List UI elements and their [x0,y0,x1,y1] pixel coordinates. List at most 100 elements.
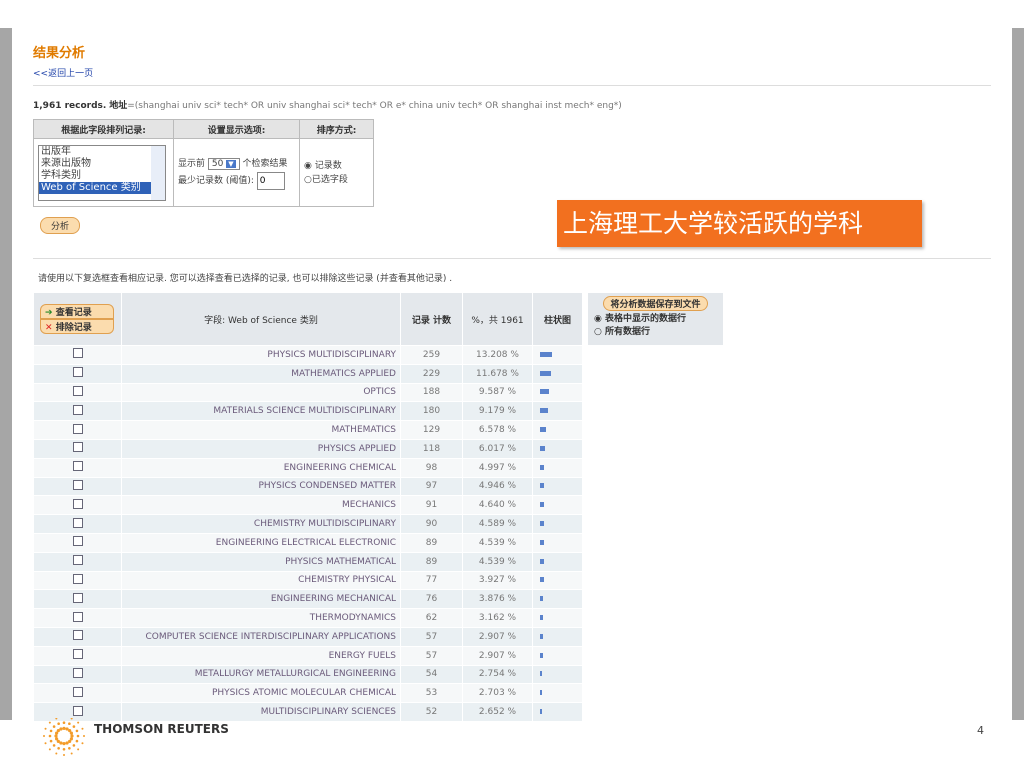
logo-dot [49,729,53,733]
record-percent: 4.539 % [463,552,532,571]
bar-cell [533,383,582,402]
record-count: 52 [401,703,462,721]
record-count: 89 [401,552,462,571]
bar-mark [540,577,544,583]
row-checkbox[interactable] [72,667,83,678]
rank-field-header: 根据此字段排列记录: [33,119,174,139]
record-percent: 6.578 % [463,421,532,439]
bar-cell [533,421,582,439]
bar-cell [533,552,582,571]
bar-mark [540,690,543,696]
field-option[interactable]: 出版年 [39,146,165,158]
row-checkbox-cell [34,421,121,439]
row-checkbox[interactable] [72,705,83,716]
back-link[interactable]: <<返回上一页 [33,66,93,79]
record-count: 188 [401,383,462,402]
logo-dot [76,734,80,738]
table-row: MATERIALS SCIENCE MULTIDISCIPLINARY 180 … [34,402,582,421]
table-row: PHYSICS CONDENSED MATTER 97 4.946 % [34,477,582,496]
row-checkbox[interactable] [72,630,83,641]
row-checkbox[interactable] [72,649,83,660]
sort-by-field[interactable]: ○已选字段 [304,173,369,187]
row-checkbox[interactable] [72,498,83,509]
row-checkbox-cell [34,346,121,364]
field-option[interactable]: 学科类别 [39,170,165,182]
logo-dot [75,739,79,743]
bar-cell [533,515,582,533]
view-records-button[interactable]: ➔ 查看记录 [40,304,114,319]
row-checkbox[interactable] [72,555,83,566]
row-checkbox-cell [34,383,121,402]
bar-cell [533,533,582,552]
logo-dot [72,744,76,747]
row-checkbox[interactable] [72,686,83,697]
bar-cell [533,477,582,496]
category-name: COMPUTER SCIENCE INTERDISCIPLINARY APPLI… [122,627,400,646]
bar-cell [533,364,582,383]
bar-mark [540,539,545,545]
field-listbox[interactable]: 出版年 来源出版物 学科类别 Web of Science 类别 [38,144,166,201]
record-count: 97 [401,477,462,496]
exclude-records-button[interactable]: ✕ 排除记录 [40,319,114,334]
sort-records-label: 记录数 [314,160,342,171]
table-row: METALLURGY METALLURGICAL ENGINEERING 54 … [34,665,582,684]
sort-by-records[interactable]: ◉ 记录数 [304,159,369,173]
save-to-file-button[interactable]: 将分析数据保存到文件 [603,296,708,311]
record-count: 57 [401,627,462,646]
table-row: CHEMISTRY PHYSICAL 77 3.927 % [34,571,582,590]
save-opt1-label: 表格中显示的数据行 [605,314,687,324]
row-checkbox[interactable] [72,367,83,378]
listbox-scrollbar[interactable] [151,145,165,200]
category-name: PHYSICS ATOMIC MOLECULAR CHEMICAL [122,684,400,703]
sort-header: 排序方式: [299,119,374,139]
logo-dot [52,725,56,728]
row-checkbox-cell [34,552,121,571]
min-records-input[interactable]: 0 [256,171,285,190]
row-checkbox[interactable] [72,479,83,490]
bar-cell [533,609,582,627]
field-option[interactable]: 来源出版物 [39,158,165,170]
logo-dot [65,741,69,745]
row-checkbox[interactable] [72,573,83,584]
row-checkbox[interactable] [72,592,83,603]
analyze-button[interactable]: 分析 [40,217,81,234]
row-checkbox[interactable] [72,536,83,547]
bar-cell [533,346,582,364]
logo-dot [72,725,76,728]
save-all-rows[interactable]: ○ 所有数据行 [594,324,717,337]
record-percent: 2.907 % [463,627,532,646]
category-name: ENGINEERING CHEMICAL [122,458,400,477]
table-row: PHYSICS ATOMIC MOLECULAR CHEMICAL 53 2.7… [34,684,582,703]
show-count-select[interactable]: 50 ▼ [207,157,240,170]
save-displayed-rows[interactable]: ◉ 表格中显示的数据行 [594,311,717,324]
record-percent: 6.017 % [463,439,532,458]
row-checkbox-cell [34,684,121,703]
bar-mark [540,652,543,658]
logo-dot [62,748,66,751]
bar-mark [540,521,545,527]
bar-mark [540,408,549,414]
logo-dot [48,748,51,751]
row-checkbox-cell [34,571,121,590]
row-checkbox[interactable] [72,385,83,396]
field-option-selected[interactable]: Web of Science 类别 [39,181,151,194]
row-checkbox[interactable] [72,442,83,453]
row-checkbox[interactable] [72,423,83,434]
logo-dot [62,726,66,730]
row-checkbox[interactable] [72,404,83,415]
record-count: 98 [401,458,462,477]
thomson-reuters-logo-icon [43,718,85,756]
table-row: ENGINEERING MECHANICAL 76 3.876 % [34,590,582,609]
table-row: MECHANICS 91 4.640 % [34,496,582,515]
row-checkbox[interactable] [72,348,83,359]
row-checkbox[interactable] [72,611,83,622]
bar-cell [533,439,582,458]
row-checkbox[interactable] [72,461,83,472]
chevron-down-icon[interactable]: ▼ [226,159,236,168]
row-checkbox[interactable] [72,517,83,528]
query-label: 地址 [109,101,128,111]
record-count: 180 [401,402,462,421]
row-checkbox-cell [34,590,121,609]
divider [33,85,991,86]
bar-mark [540,615,543,621]
